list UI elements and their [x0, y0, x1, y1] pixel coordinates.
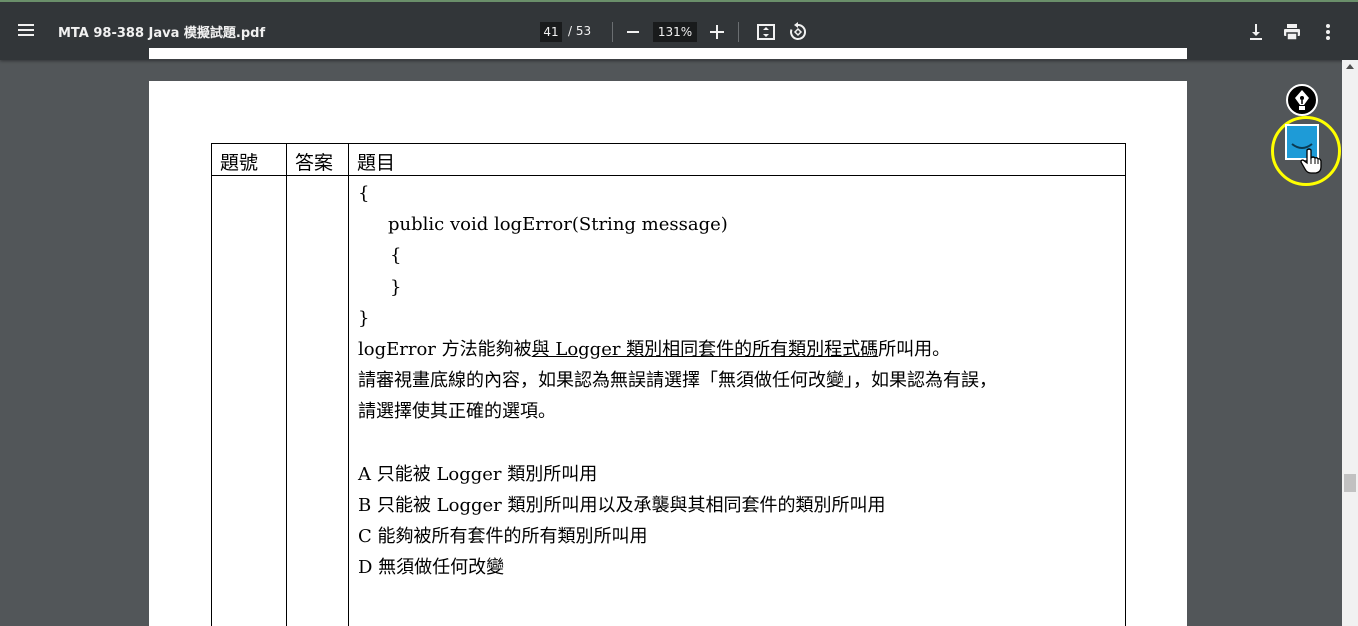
code-line: }	[358, 307, 370, 329]
zoom-level-input[interactable]: 131%	[653, 22, 697, 42]
zoom-in-button[interactable]	[706, 18, 728, 46]
vertical-scrollbar[interactable]	[1342, 60, 1358, 626]
previous-page-bottom	[149, 48, 1187, 61]
document-title: MTA 98-388 Java 模擬試題.pdf	[58, 26, 266, 41]
zoom-out-button[interactable]	[622, 18, 644, 46]
plus-icon	[710, 25, 724, 39]
header-answer: 答案	[286, 143, 349, 176]
answer-cell	[286, 175, 349, 626]
page-number-input[interactable]: 41	[540, 22, 562, 42]
page-total: / 53	[568, 24, 592, 38]
pdf-page: 題號 答案 題目 { public void logError(String m…	[149, 81, 1187, 626]
option-a: A 只能被 Logger 類別所叫用	[358, 463, 598, 485]
code-line: {	[358, 183, 370, 204]
fit-to-page-icon	[757, 24, 775, 40]
minus-icon	[627, 31, 639, 33]
option-d: D 無須做任何改變	[358, 557, 505, 579]
table-header-row: 題號 答案 題目	[211, 143, 1126, 176]
pen-extension-button[interactable]	[1286, 84, 1318, 116]
menu-icon[interactable]	[12, 16, 40, 44]
question-number-cell	[211, 175, 287, 626]
download-icon	[1250, 24, 1262, 40]
rotate-icon	[790, 22, 807, 40]
question-statement: logError 方法能夠被與 Logger 類別相同套件的所有類別程式碼所叫用…	[358, 334, 1116, 365]
more-options-button[interactable]	[1316, 20, 1340, 44]
question-table: 題號 答案 題目 { public void logError(String m…	[211, 143, 1126, 626]
header-question: 題目	[348, 143, 1126, 176]
instruction-line: 請選擇使其正確的選項。	[358, 401, 556, 423]
underlined-text: 與 Logger 類別相同套件的所有類別程式碼	[531, 339, 879, 361]
print-button[interactable]	[1280, 20, 1304, 44]
statement-text: 所叫用。	[878, 339, 951, 361]
option-c: C 能夠被所有套件的所有類別所叫用	[358, 526, 648, 548]
code-line: }	[390, 276, 402, 298]
toolbar-separator	[612, 22, 613, 42]
code-line: public void logError(String message)	[388, 214, 728, 236]
rotate-button[interactable]	[786, 20, 810, 44]
question-cell: { public void logError(String message) {…	[348, 175, 1126, 626]
print-icon	[1284, 24, 1300, 41]
instruction-line: 請審視畫底線的內容，如果認為無誤請選擇「無須做任何改變」，如果認為有誤，	[358, 370, 997, 392]
more-vert-icon	[1326, 24, 1330, 40]
scroll-up-arrow-icon[interactable]	[1346, 64, 1354, 69]
option-b: B 只能被 Logger 類別所叫用以及承襲與其相同套件的類別所叫用	[358, 495, 886, 517]
header-question-number: 題號	[211, 143, 287, 176]
toolbar-separator	[738, 22, 739, 42]
fit-to-page-button[interactable]	[754, 20, 778, 44]
code-line: {	[390, 245, 402, 267]
hand-pointer-icon	[1300, 148, 1322, 174]
scroll-thumb[interactable]	[1344, 474, 1356, 492]
statement-text: logError 方法能夠被	[358, 339, 532, 361]
table-row: { public void logError(String message) {…	[211, 175, 1126, 626]
pen-nib-icon	[1295, 90, 1309, 110]
download-button[interactable]	[1244, 20, 1268, 44]
